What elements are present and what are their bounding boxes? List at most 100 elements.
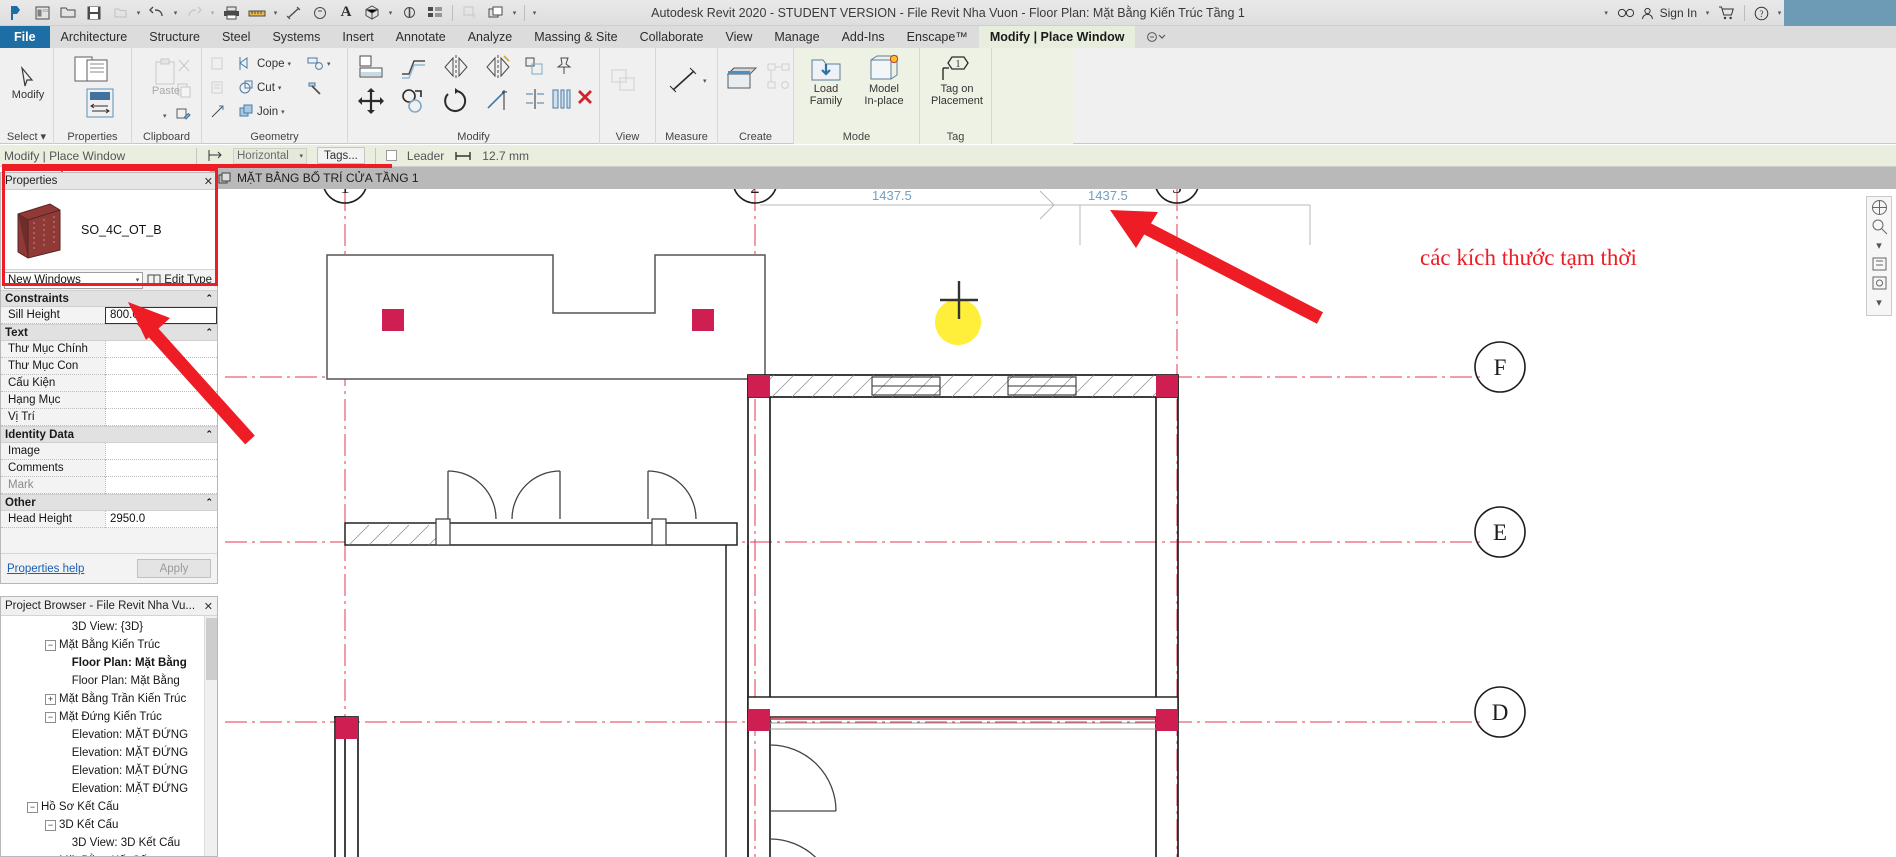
load-family-button[interactable]: Load Family	[798, 54, 854, 107]
create-similar-button[interactable]	[724, 62, 760, 94]
project-browser-node[interactable]: ⌐Floor Plan: Mặt Bằng	[1, 654, 217, 672]
measure-icon[interactable]	[245, 2, 269, 24]
ribbon-panel-measure-label[interactable]: Measure	[656, 131, 717, 143]
property-value-thu-muc-chinh[interactable]	[105, 341, 217, 358]
quick-access-toolbar[interactable]: ▾ ▾ ▾ ▾ A ▾ x ▾ ▾	[0, 2, 539, 24]
property-value-image[interactable]	[105, 443, 217, 460]
new-project-icon[interactable]	[30, 2, 54, 24]
properties-big-icon[interactable]	[65, 54, 121, 84]
project-browser-node[interactable]: ⌐Floor Plan: Mặt Bằng	[1, 672, 217, 690]
tag-icon[interactable]	[308, 2, 332, 24]
match-type-button[interactable]	[176, 106, 192, 122]
view-caret-icon[interactable]: ▾	[386, 9, 395, 17]
view-cut-profile-button[interactable]	[610, 66, 644, 96]
collapse-icon[interactable]: −	[45, 639, 56, 651]
leader-length-value[interactable]: 12.7 mm	[482, 149, 529, 163]
revit-logo-icon[interactable]	[4, 2, 28, 24]
project-browser-scroll-thumb[interactable]	[206, 618, 217, 680]
cart-icon[interactable]	[1718, 6, 1735, 20]
ribbon-tab-annotate[interactable]: Annotate	[385, 26, 457, 48]
ribbon-panel-view-label[interactable]: View	[600, 131, 655, 143]
user-account-icon[interactable]	[1641, 7, 1654, 20]
collapse-icon-other[interactable]: ⌃	[205, 497, 213, 508]
apply-button[interactable]: Apply	[137, 559, 211, 578]
section-icon[interactable]	[397, 2, 421, 24]
project-browser[interactable]: Project Browser - File Revit Nha Vu... ✕…	[0, 596, 218, 857]
mirror-draw-axis-button[interactable]	[484, 54, 512, 80]
infocenter-icon[interactable]	[1617, 7, 1635, 20]
measure-caret-icon[interactable]: ▾	[271, 9, 280, 17]
paste-sketch-button[interactable]	[210, 80, 227, 95]
default-3d-view-icon[interactable]	[360, 2, 384, 24]
collapse-icon-constraints[interactable]: ⌃	[205, 293, 213, 304]
navigation-bar[interactable]: ▾ ▾	[1866, 196, 1892, 316]
redo-caret-icon[interactable]: ▾	[208, 9, 217, 17]
view-tab-bar[interactable]: Mặt Bằng Kiến Trúc Tầng 1 ✕ MẶT BẰNG BỐ …	[0, 167, 1896, 189]
sign-in-caret-icon[interactable]: ▾	[1703, 9, 1712, 17]
create-group-button[interactable]	[766, 62, 792, 92]
modify-button[interactable]: Modify	[0, 60, 56, 102]
cut-geometry-button[interactable]: Cut ▾	[238, 80, 281, 95]
tag-on-placement-button[interactable]: 1 Tag on Placement	[928, 54, 986, 107]
property-row-comments[interactable]: Comments	[1, 460, 217, 477]
ribbon-tab-structure[interactable]: Structure	[138, 26, 211, 48]
project-browser-scrollbar[interactable]	[204, 616, 217, 856]
ribbon-panel-clipboard-label[interactable]: Clipboard	[132, 131, 201, 143]
aligned-dimension-icon[interactable]	[282, 2, 306, 24]
pin-button[interactable]	[554, 56, 574, 76]
ribbon-tab-enscape[interactable]: Enscape™	[896, 26, 979, 48]
offset-button[interactable]	[400, 54, 428, 80]
align-button[interactable]	[358, 54, 386, 80]
copy-paste-geometry-button[interactable]	[210, 56, 227, 71]
search-caret-icon[interactable]: ▾	[1602, 9, 1611, 17]
measure-between-caret-icon[interactable]: ▾	[703, 77, 707, 85]
ribbon-panel-geometry-label[interactable]: Geometry	[202, 131, 347, 143]
save-icon[interactable]	[82, 2, 106, 24]
project-browser-node[interactable]: ⌐3D View: 3D Kết Cấu	[1, 834, 217, 852]
zoom-caret-icon[interactable]: ▾	[1869, 237, 1889, 253]
steering-wheel-icon[interactable]	[1869, 199, 1889, 215]
property-value-cau-kien[interactable]	[105, 375, 217, 392]
drawing-canvas[interactable]: 1 2 3 F E D 1437.5 1437.5	[0, 189, 1896, 857]
property-row-image[interactable]: Image	[1, 443, 217, 460]
paste-caret-icon[interactable]: ▾	[163, 112, 167, 120]
property-row-mark[interactable]: Mark	[1, 477, 217, 494]
nav-caret-icon[interactable]: ▾	[1869, 294, 1889, 310]
project-browser-node[interactable]: − Mặt Bằng Kiến Trúc	[1, 636, 217, 654]
cut-to-clipboard-button[interactable]	[176, 58, 192, 74]
split-face-button[interactable]	[210, 104, 227, 119]
ribbon-tab-manage[interactable]: Manage	[763, 26, 830, 48]
project-browser-node[interactable]: −3D Kết Cấu	[1, 816, 217, 834]
redo-icon[interactable]	[182, 2, 206, 24]
ribbon-tab-massing-site[interactable]: Massing & Site	[523, 26, 628, 48]
property-row-sill-height[interactable]: Sill Height 800.0	[1, 307, 217, 324]
ribbon-tab-modify-place-window[interactable]: Modify | Place Window	[978, 26, 1136, 48]
collapse-icon-text[interactable]: ⌃	[205, 327, 213, 338]
property-value-sill-height[interactable]: 800.0	[105, 307, 217, 324]
project-browser-node[interactable]: ⌐3D View: {3D}	[1, 618, 217, 636]
project-browser-node[interactable]: − Mặt Đứng Kiến Trúc	[1, 708, 217, 726]
close-hidden-windows-icon[interactable]: x	[458, 2, 482, 24]
property-value-hang-muc[interactable]	[105, 392, 217, 409]
copy-button[interactable]	[400, 88, 426, 114]
property-group-text[interactable]: Text ⌃	[1, 324, 217, 341]
paint-caret-icon[interactable]: ▾	[327, 60, 331, 68]
view-tab-second[interactable]: MẶT BẰNG BỐ TRÍ CỬA TẦNG 1	[210, 167, 427, 189]
property-value-thu-muc-con[interactable]	[105, 358, 217, 375]
project-browser-node[interactable]: ⌐Elevation: MẶT ĐỨNG	[1, 780, 217, 798]
save-as-icon[interactable]	[108, 2, 132, 24]
property-value-vi-tri[interactable]	[105, 409, 217, 426]
project-browser-close-icon[interactable]: ✕	[204, 600, 213, 613]
ribbon-panel-properties-label[interactable]: Properties	[54, 131, 131, 143]
switch-windows-caret-icon[interactable]: ▾	[510, 9, 519, 17]
cope-caret-icon[interactable]: ▾	[288, 60, 292, 68]
ribbon-panel-select-label[interactable]: Select ▾	[0, 130, 53, 143]
project-browser-node[interactable]: − Hồ Sơ Kết Cấu	[1, 798, 217, 816]
property-row-thu-muc-con[interactable]: Thư Mục Con	[1, 358, 217, 375]
help-icon[interactable]: ?	[1754, 6, 1769, 21]
join-geometry-button[interactable]: Join ▾	[238, 104, 285, 119]
property-row-vi-tri[interactable]: Vị Trí	[1, 409, 217, 426]
ribbon-tab-bar[interactable]: File Architecture Structure Steel System…	[0, 26, 1896, 48]
property-value-comments[interactable]	[105, 460, 217, 477]
project-browser-tree[interactable]: ⌐3D View: {3D}−Mặt Bằng Kiến Trúc⌐Floor …	[1, 616, 217, 856]
